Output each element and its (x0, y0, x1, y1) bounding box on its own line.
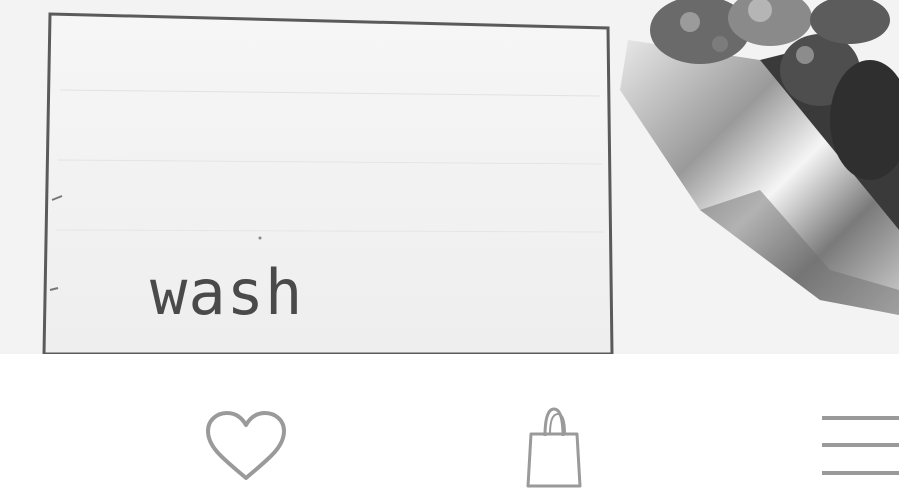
shopping-bag-icon (526, 407, 582, 488)
favorites-button[interactable] (205, 410, 287, 482)
hamburger-menu-icon (822, 416, 899, 475)
bottom-navigation-bar (0, 354, 899, 494)
menu-button[interactable] (822, 414, 899, 480)
wood-sign (42, 12, 614, 354)
shop-button[interactable] (525, 406, 583, 488)
sign-word: wash (150, 256, 304, 329)
product-photo: wash (0, 0, 899, 354)
heart-icon (206, 411, 286, 480)
photo-scene (0, 0, 899, 354)
